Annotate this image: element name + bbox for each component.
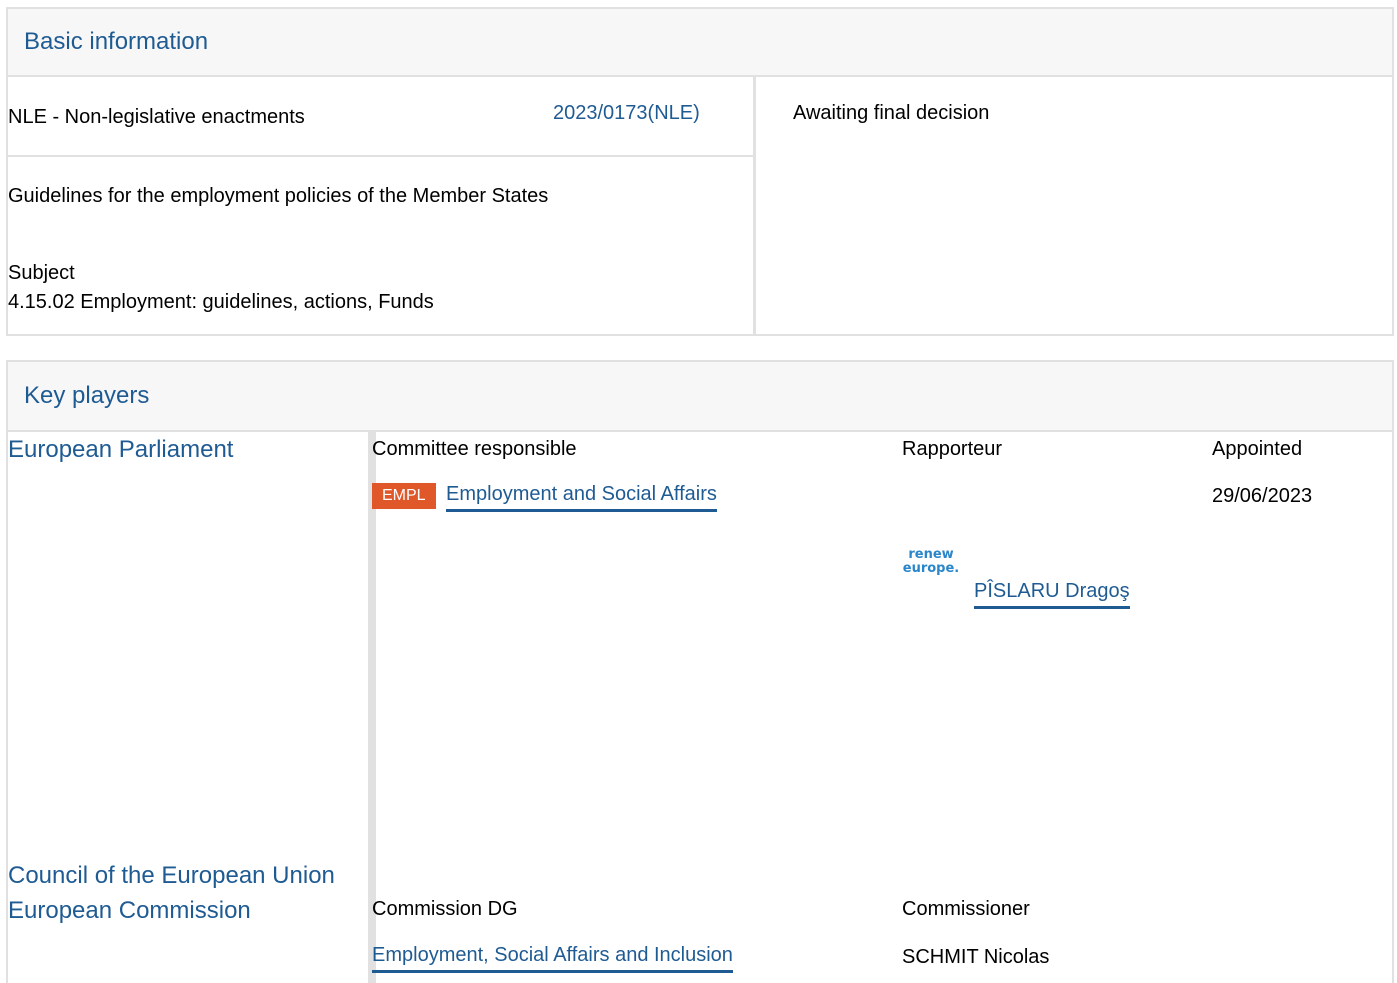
commissioner-name: SCHMIT Nicolas	[902, 946, 1050, 968]
procedure-type: NLE - Non-legislative enactments	[8, 106, 305, 128]
procedure-row: NLE - Non-legislative enactments 2023/01…	[8, 77, 753, 157]
subject-value: 4.15.02 Employment: guidelines, actions,…	[8, 291, 434, 313]
rapporteur-heading: Rapporteur	[902, 438, 1003, 460]
commission-dg-link[interactable]: Employment, Social Affairs and Inclusion	[372, 944, 733, 973]
committee-responsible-heading: Committee responsible	[372, 438, 577, 460]
appointed-date: 29/06/2023	[1212, 485, 1313, 507]
institution-european-commission: European Commission	[8, 897, 251, 924]
institution-council: Council of the European Union	[8, 862, 335, 889]
procedure-status: Awaiting final decision	[793, 102, 990, 124]
appointed-heading: Appointed	[1212, 438, 1303, 460]
commissioner-heading: Commissioner	[902, 898, 1030, 920]
procedure-description: Guidelines for the employment policies o…	[8, 185, 549, 207]
basic-information-panel: Basic information NLE - Non-legislative …	[6, 7, 1394, 336]
institution-european-parliament: European Parliament	[8, 436, 234, 463]
rapporteur-link[interactable]: PÎSLARU Dragoş	[974, 580, 1130, 609]
key-players-header: Key players	[8, 362, 1392, 432]
basic-information-header: Basic information	[8, 9, 1392, 77]
committee-link[interactable]: Employment and Social Affairs	[446, 483, 717, 512]
subject-label: Subject	[8, 262, 75, 284]
procedure-reference-link[interactable]: 2023/0173(NLE)	[553, 102, 700, 125]
basic-information-left-column: NLE - Non-legislative enactments 2023/01…	[8, 77, 756, 334]
commission-dg-heading: Commission DG	[372, 898, 518, 920]
key-players-panel: Key players European Parliament Committe…	[6, 360, 1394, 983]
basic-information-right-column: Awaiting final decision	[759, 77, 1392, 334]
committee-badge: EMPL	[372, 483, 436, 509]
renew-europe-logo: renew europe.	[902, 538, 960, 598]
